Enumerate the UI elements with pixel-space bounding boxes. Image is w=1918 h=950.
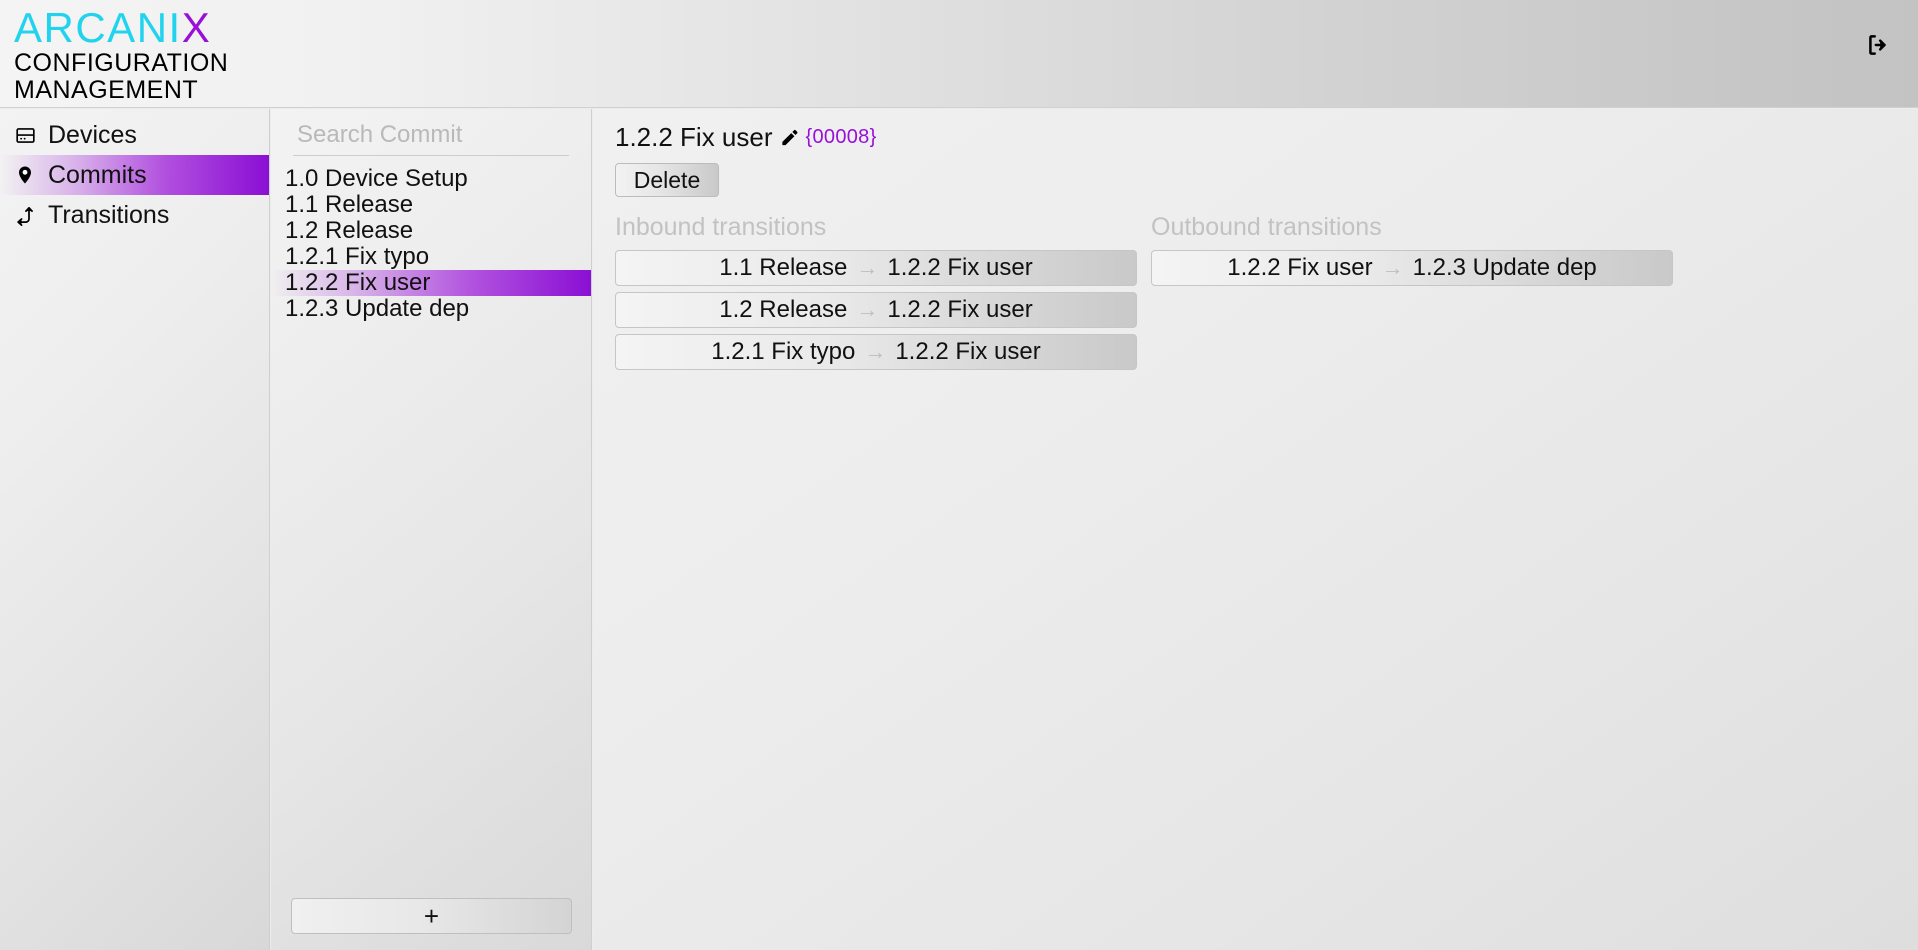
search-input[interactable]	[293, 119, 569, 156]
app-header: ARCANIX CONFIGURATION MANAGEMENT	[0, 0, 1918, 108]
logout-button[interactable]	[1860, 28, 1896, 64]
commit-id-badge: {00008}	[805, 125, 877, 148]
sidebar-item-commits[interactable]: Commits	[0, 155, 269, 195]
logo-text-x: X	[181, 4, 212, 51]
list-item[interactable]: 1.2 Release	[271, 217, 591, 244]
sidebar-item-devices[interactable]: Devices	[0, 115, 269, 155]
arrow-right-icon: →	[856, 255, 879, 280]
logo-subtitle-line2: MANAGEMENT	[14, 76, 199, 104]
inbound-transition-row[interactable]: 1.2.1 Fix typo → 1.2.2 Fix user	[615, 334, 1137, 370]
list-item[interactable]: 1.2.1 Fix typo	[271, 243, 591, 270]
logo-subtitle-line1: CONFIGURATION	[14, 49, 229, 77]
arrow-right-icon: →	[864, 339, 887, 364]
app-logo: ARCANIX CONFIGURATION MANAGEMENT	[14, 6, 228, 104]
server-icon	[14, 124, 36, 146]
add-commit-button[interactable]: +	[291, 898, 572, 934]
list-item-selected[interactable]: 1.2.2 Fix user	[271, 269, 591, 296]
transition-to: 1.2.2 Fix user	[887, 254, 1033, 281]
commit-list: 1.0 Device Setup 1.1 Release 1.2 Release…	[271, 165, 591, 322]
sidebar-item-transitions[interactable]: Transitions	[0, 195, 269, 235]
inbound-transitions-heading: Inbound transitions	[615, 213, 827, 241]
logout-icon	[1865, 32, 1891, 61]
logo-wordmark: ARCANIX	[14, 6, 228, 50]
transition-from: 1.2.2 Fix user	[1227, 254, 1373, 281]
arrow-right-icon: →	[856, 297, 879, 322]
transition-from: 1.2 Release	[719, 296, 848, 323]
transition-to: 1.2.2 Fix user	[887, 296, 1033, 323]
transition-to: 1.2.2 Fix user	[895, 338, 1041, 365]
arrow-right-icon: →	[1381, 255, 1404, 280]
list-item[interactable]: 1.2.3 Update dep	[271, 295, 591, 322]
branch-arrow-icon	[14, 204, 36, 226]
inbound-transition-row[interactable]: 1.1 Release → 1.2.2 Fix user	[615, 250, 1137, 286]
transitions-columns: Inbound transitions 1.1 Release → 1.2.2 …	[615, 213, 1896, 376]
add-button-container: +	[271, 898, 592, 934]
list-item[interactable]: 1.1 Release	[271, 191, 591, 218]
sidebar-item-label: Commits	[48, 160, 147, 189]
list-item[interactable]: 1.0 Device Setup	[271, 165, 591, 192]
sidebar-item-label: Transitions	[48, 200, 170, 229]
edit-pencil-icon[interactable]	[780, 128, 799, 147]
delete-button[interactable]: Delete	[615, 163, 719, 197]
search-container	[271, 109, 591, 156]
outbound-transition-row[interactable]: 1.2.2 Fix user → 1.2.3 Update dep	[1151, 250, 1673, 286]
commit-list-panel: 1.0 Device Setup 1.1 Release 1.2 Release…	[271, 109, 592, 950]
outbound-transitions-heading: Outbound transitions	[1151, 213, 1382, 241]
commit-title-text: 1.2.2 Fix user	[615, 121, 773, 152]
transition-from: 1.2.1 Fix typo	[711, 338, 856, 365]
inbound-transition-row[interactable]: 1.2 Release → 1.2.2 Fix user	[615, 292, 1137, 328]
inbound-transitions-column: Inbound transitions 1.1 Release → 1.2.2 …	[615, 213, 1137, 376]
sidebar-nav: Devices Commits Transitions	[0, 109, 270, 950]
map-pin-icon	[14, 164, 36, 186]
outbound-transitions-column: Outbound transitions 1.2.2 Fix user → 1.…	[1151, 213, 1673, 376]
transition-to: 1.2.3 Update dep	[1412, 254, 1597, 281]
transition-from: 1.1 Release	[719, 254, 848, 281]
commit-detail-panel: 1.2.2 Fix user {00008} Delete Inbound tr…	[593, 109, 1918, 950]
sidebar-item-label: Devices	[48, 120, 137, 149]
logo-text-arcani: ARCANI	[14, 4, 182, 51]
page-title: 1.2.2 Fix user {00008}	[615, 121, 1896, 153]
